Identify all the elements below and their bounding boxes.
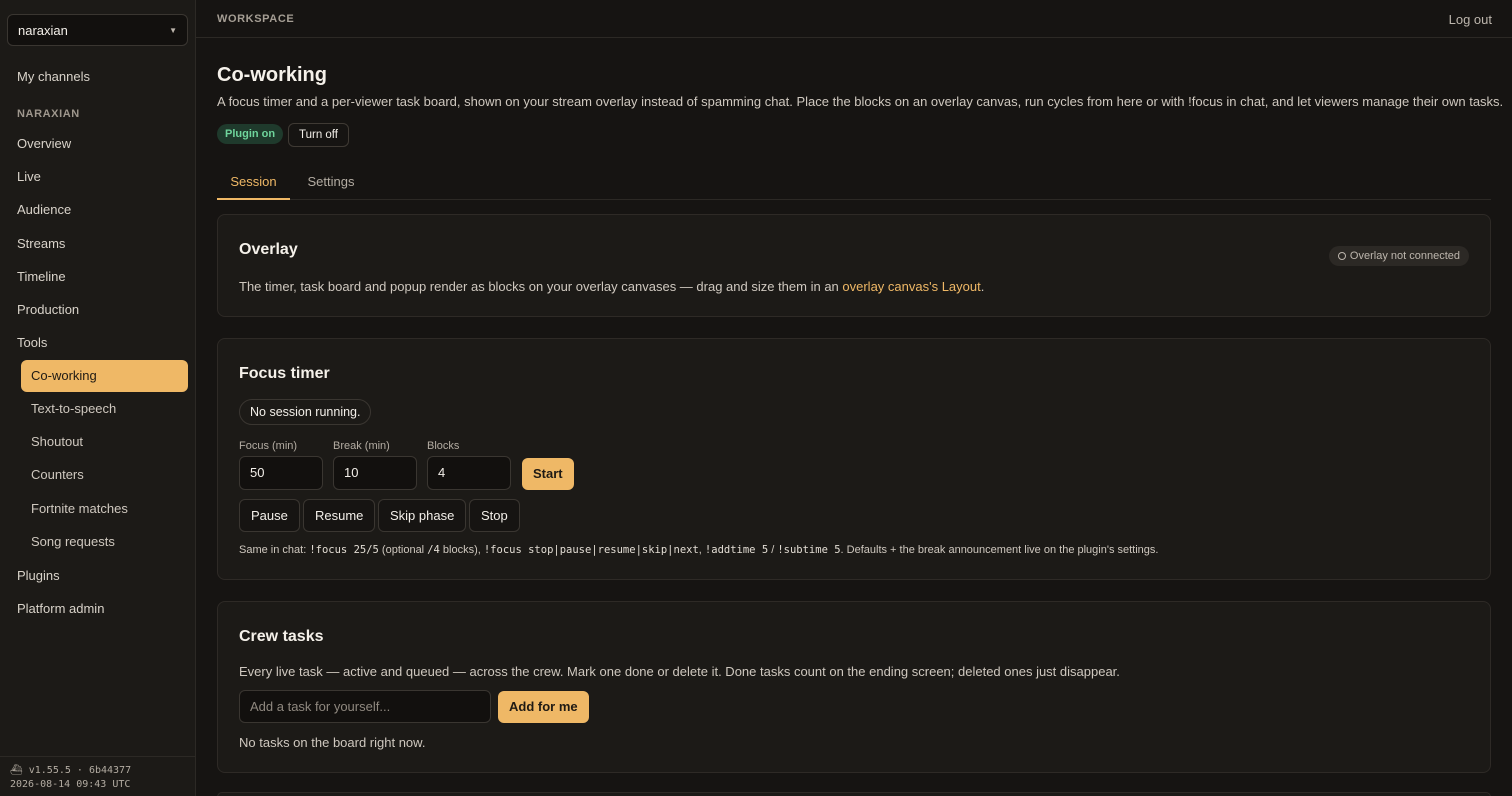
blocks-label: Blocks (427, 440, 460, 452)
sidebar-item-shoutout[interactable]: Shoutout (21, 426, 188, 458)
sidebar-item-plugins[interactable]: Plugins (17, 566, 60, 586)
chat-commands-hint: Same in chat: !focus 25/5 (optional /4 b… (239, 544, 1158, 556)
hint-command-addtime: !addtime 5 (704, 544, 769, 556)
sidebar-item-co-working[interactable]: Co-working (21, 360, 188, 392)
break-minutes-input[interactable]: 10 (333, 456, 417, 490)
page-description: A focus timer and a per-viewer task boar… (217, 94, 1504, 109)
breadcrumb: WORKSPACE (217, 13, 295, 25)
sidebar: naraxian ▼ My channels NARAXIAN Overview… (0, 0, 196, 796)
tasks-empty-state: No tasks on the board right now. (239, 735, 426, 750)
tab-bar: Session Settings (217, 162, 1491, 200)
overlay-layout-link[interactable]: overlay canvas's Layout (842, 279, 980, 294)
sidebar-item-streams[interactable]: Streams (17, 234, 65, 254)
sidebar-item-timeline[interactable]: Timeline (17, 267, 66, 287)
page-title: Co-working (217, 64, 327, 86)
session-status: No session running. (239, 399, 372, 425)
sidebar-item-text-to-speech[interactable]: Text-to-speech (21, 393, 188, 425)
overlay-text-before: The timer, task board and popup render a… (239, 279, 843, 294)
version-footer: ⛴ v1.55.5 · 6b44377 2026-08-14 09:43 UTC (0, 756, 195, 796)
overlay-description: The timer, task board and popup render a… (239, 279, 984, 294)
version-text: v1.55.5 · 6b44377 (28, 765, 132, 776)
version-line: ⛴ v1.55.5 · 6b44377 (10, 764, 185, 778)
sidebar-item-fortnite-matches[interactable]: Fortnite matches (21, 493, 188, 525)
tab-settings[interactable]: Settings (307, 162, 355, 200)
workspace-select[interactable]: naraxian ▼ (7, 14, 188, 46)
overlay-status-badge: Overlay not connected (1328, 246, 1469, 266)
add-for-me-button[interactable]: Add for me (498, 691, 589, 723)
sidebar-item-tools[interactable]: Tools (17, 333, 47, 353)
start-button[interactable]: Start (522, 458, 574, 490)
hint-command-control: !focus stop|pause|resume|skip|next (483, 544, 699, 556)
crew-tasks-title: Crew tasks (239, 628, 324, 645)
focus-timer-card: Focus timer No session running. Focus (m… (217, 338, 1491, 580)
overlay-card-title: Overlay (239, 241, 298, 258)
sidebar-section-title: NARAXIAN (17, 108, 80, 120)
sidebar-item-production[interactable]: Production (17, 300, 79, 320)
resume-button[interactable]: Resume (303, 499, 376, 532)
chevron-down-icon: ▼ (169, 25, 177, 35)
skip-phase-button[interactable]: Skip phase (378, 499, 467, 532)
sidebar-item-overview[interactable]: Overview (17, 134, 71, 154)
blocks-input[interactable]: 4 (427, 456, 511, 490)
hint-text-2: blocks), (439, 544, 484, 556)
build-date: 2026-08-14 09:43 UTC (10, 779, 131, 790)
focus-minutes-label: Focus (min) (239, 440, 298, 452)
workspace-name: naraxian (18, 22, 68, 38)
sidebar-item-platform-admin[interactable]: Platform admin (17, 599, 104, 619)
hint-text-4: / (768, 544, 778, 556)
task-input[interactable] (239, 690, 491, 723)
hint-suffix: . Defaults + the break announcement live… (840, 544, 1159, 556)
overlay-card: Overlay Overlay not connected The timer,… (217, 214, 1491, 317)
crew-tasks-description: Every live task — active and queued — ac… (239, 664, 1120, 679)
sidebar-item-counters[interactable]: Counters (21, 459, 188, 491)
sidebar-item-audience[interactable]: Audience (17, 200, 71, 220)
focus-timer-title: Focus timer (239, 365, 330, 382)
hint-text-1: (optional (378, 544, 428, 556)
focus-minutes-input[interactable]: 50 (239, 456, 323, 490)
logout-link[interactable]: Log out (1449, 12, 1492, 27)
hint-command-subtime: !subtime 5 (777, 544, 841, 556)
sidebar-item-live[interactable]: Live (17, 167, 41, 187)
plugin-status-badge: Plugin on (217, 124, 284, 144)
next-card-edge (217, 792, 1491, 796)
circle-icon (1337, 252, 1346, 260)
turn-off-button[interactable]: Turn off (288, 123, 349, 147)
ship-icon: ⛴ (10, 765, 23, 776)
overlay-text-after: . (980, 279, 985, 294)
break-minutes-label: Break (min) (333, 440, 390, 452)
stop-button[interactable]: Stop (469, 499, 520, 532)
pause-button[interactable]: Pause (239, 499, 300, 532)
top-bar: WORKSPACE Log out (196, 0, 1512, 38)
hint-command-focus: !focus 25/5 (309, 544, 379, 556)
overlay-status-text: Overlay not connected (1349, 250, 1460, 262)
crew-tasks-card: Crew tasks Every live task — active and … (217, 601, 1491, 773)
tab-session[interactable]: Session (217, 162, 290, 200)
sidebar-item-my-channels[interactable]: My channels (17, 67, 90, 87)
hint-command-blocks: /4 (427, 544, 440, 556)
sidebar-item-song-requests[interactable]: Song requests (21, 526, 188, 558)
hint-prefix: Same in chat: (239, 544, 310, 556)
